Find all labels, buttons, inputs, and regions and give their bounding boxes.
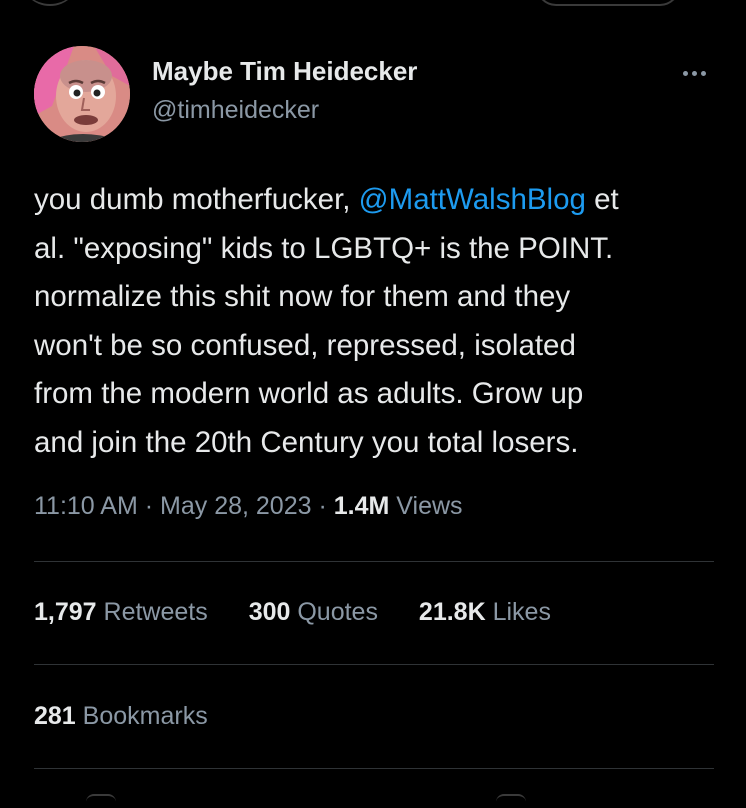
back-button-partial[interactable]	[20, 0, 80, 6]
avatar[interactable]	[34, 46, 130, 142]
subscribe-button-partial[interactable]	[536, 0, 680, 6]
tweet-meta: 11:10 AM · May 28, 2023 · 1.4M Views	[34, 492, 463, 521]
more-horizontal-icon	[700, 70, 706, 76]
reply-icon-partial[interactable]	[86, 794, 116, 808]
views-count: 1.4M	[333, 492, 390, 520]
more-horizontal-icon	[682, 70, 688, 76]
likes-stat[interactable]: 21.8K Likes	[419, 598, 551, 627]
author-display-name[interactable]: Maybe Tim Heidecker	[152, 56, 417, 87]
tweet-text-line: from the modern world as adults. Grow up	[34, 377, 584, 410]
meta-separator: ·	[318, 492, 327, 520]
tweet-header: Maybe Tim Heidecker @timheidecker	[34, 46, 714, 146]
quotes-stat[interactable]: 300 Quotes	[249, 598, 378, 627]
tweet-time[interactable]: 11:10 AM	[34, 492, 138, 520]
mention-link[interactable]: @MattWalshBlog	[359, 183, 586, 216]
tweet-text-line: won't be so confused, repressed, isolate…	[34, 328, 576, 362]
meta-separator: ·	[144, 492, 154, 520]
top-partial-bar	[0, 0, 746, 10]
tweet-text-line: you dumb motherfucker, @MattWalshBlog et	[34, 183, 619, 216]
retweets-stat[interactable]: 1,797 Retweets	[34, 598, 208, 627]
bookmark-icon-partial[interactable]	[496, 794, 526, 808]
avatar-image	[34, 46, 130, 142]
tweet-text-line: al. "exposing" kids to LGBTQ+ is the POI…	[34, 231, 614, 265]
divider	[34, 768, 714, 769]
divider	[34, 561, 714, 562]
tweet-text-line: normalize this shit now for them and the…	[34, 280, 571, 313]
more-options-button[interactable]	[676, 58, 712, 88]
more-horizontal-icon	[691, 70, 697, 76]
divider	[34, 664, 714, 665]
bookmarks-stat[interactable]: 281 Bookmarks	[34, 702, 208, 731]
tweet-date[interactable]: May 28, 2023	[160, 492, 312, 520]
views-label: Views	[396, 492, 463, 520]
tweet-text-line: and join the 20th Century you total lose…	[34, 425, 579, 459]
author-handle[interactable]: @timheidecker	[152, 96, 319, 125]
engagement-stats: 1,797 Retweets 300 Quotes 21.8K Likes	[34, 598, 585, 627]
tweet-body: you dumb motherfucker, @MattWalshBlog et…	[34, 176, 724, 467]
